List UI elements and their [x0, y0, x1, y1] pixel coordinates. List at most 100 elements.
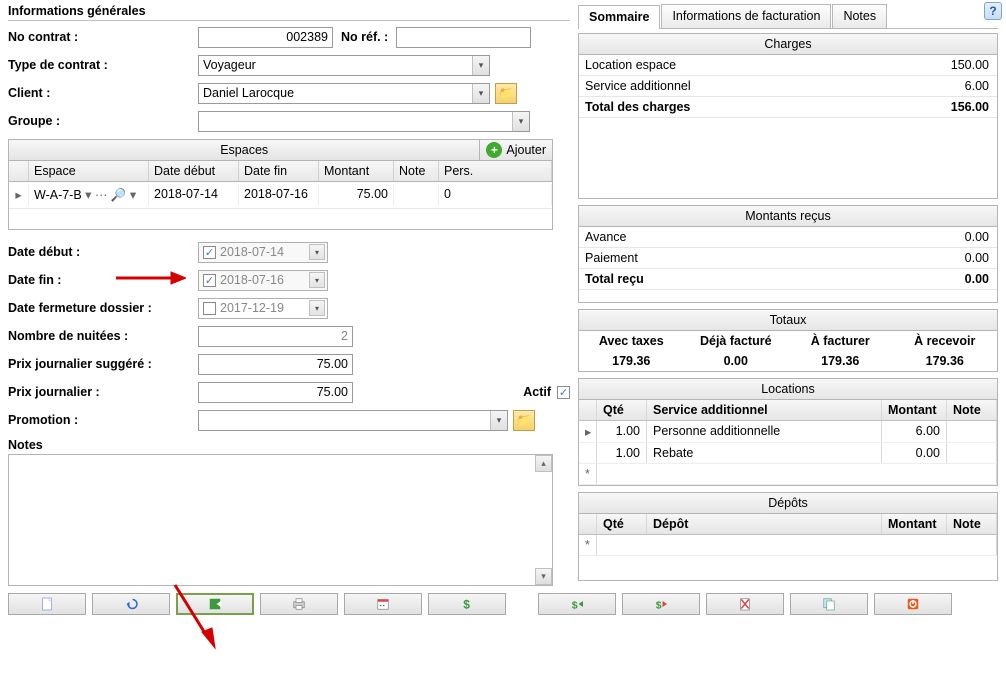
prix-input[interactable] [198, 382, 353, 403]
scroll-up-icon[interactable]: ▴ [535, 455, 552, 472]
avec-taxes-label: Avec taxes [579, 331, 684, 351]
tab-notes[interactable]: Notes [832, 4, 887, 28]
date-ferm-value: 2017-12-19 [220, 301, 284, 315]
client-dropdown-value: Daniel Larocque [203, 86, 294, 100]
help-icon[interactable]: ? [984, 2, 1002, 20]
export-button[interactable] [176, 593, 254, 615]
calendar-icon[interactable]: ▾ [309, 244, 325, 260]
delete-icon [736, 595, 754, 613]
notes-label: Notes [8, 438, 570, 452]
loc-label: Location espace [579, 55, 897, 75]
copy-button[interactable] [790, 593, 868, 615]
total-charges-value: 156.00 [897, 97, 997, 117]
label-datedebut: Date début : [8, 245, 198, 259]
avance-value: 0.00 [897, 227, 997, 247]
arecevoir-value: 179.36 [893, 351, 998, 371]
add-label: Ajouter [506, 143, 546, 157]
print-icon [290, 595, 308, 613]
depots-header: Dépôts [579, 493, 997, 514]
money-out-button[interactable]: $ [622, 593, 700, 615]
totaux-panel: Totaux Avec taxes Déjà facturé À facture… [578, 309, 998, 372]
dollar-in-icon: $ [568, 595, 586, 613]
location-row-new[interactable]: * [579, 464, 997, 485]
spaces-title: Espaces [9, 140, 479, 160]
col-datefin: Date fin [239, 161, 319, 181]
afacturer-label: À facturer [788, 331, 893, 351]
promo-folder-button[interactable]: 📁 [513, 410, 535, 431]
actif-checkbox[interactable]: ✓ [557, 386, 570, 399]
paiement-label: Paiement [579, 248, 897, 268]
loc-qte: 1.00 [597, 443, 647, 463]
checkbox-icon [203, 302, 216, 315]
chevron-down-icon: ▾ [472, 56, 489, 75]
group-dropdown[interactable]: ▾ [198, 111, 530, 132]
spaces-grid: Espaces + Ajouter Espace Date début Date… [8, 139, 553, 230]
label-contract: No contrat : [8, 30, 198, 44]
total-recu-value: 0.00 [897, 269, 997, 289]
prix-suggere-input[interactable] [198, 354, 353, 375]
space-row[interactable]: ▸ W-A-7-B ▾ ··· 🔎 ▾ 2018-07-14 2018-07-1… [9, 182, 552, 209]
arecevoir-label: À recevoir [893, 331, 998, 351]
location-row[interactable]: ▸ 1.00 Personne additionnelle 6.00 [579, 421, 997, 443]
folder-icon: 📁 [517, 413, 532, 427]
loc-col-note: Note [947, 400, 997, 420]
cell-datedebut: 2018-07-14 [149, 184, 239, 206]
date-fermeture-field[interactable]: 2017-12-19 ▾ [198, 298, 328, 319]
new-document-button[interactable] [8, 593, 86, 615]
recu-panel: Montants reçus Avance 0.00 Paiement 0.00… [578, 205, 998, 303]
space-options-icon[interactable]: ▾ ··· 🔎 ▾ [85, 188, 136, 202]
folder-icon: 📁 [499, 86, 514, 100]
col-pers: Pers. [439, 161, 552, 181]
serv-label: Service additionnel [579, 76, 897, 96]
loc-montant: 6.00 [882, 421, 947, 442]
date-fin-field[interactable]: ✓ 2018-07-16 ▾ [198, 270, 328, 291]
chevron-down-icon: ▾ [512, 112, 529, 131]
dep-col-depot: Dépôt [647, 514, 882, 534]
tab-sommaire[interactable]: Sommaire [578, 5, 660, 29]
print-button[interactable] [260, 593, 338, 615]
loc-qte: 1.00 [597, 421, 647, 442]
nights-input [198, 326, 353, 347]
depot-row-new[interactable]: * [579, 535, 997, 556]
location-row[interactable]: 1.00 Rebate 0.00 [579, 443, 997, 464]
cell-espace: W-A-7-B ▾ ··· 🔎 ▾ [29, 184, 149, 206]
ref-input[interactable] [396, 27, 531, 48]
date-debut-field[interactable]: ✓ 2018-07-14 ▾ [198, 242, 328, 263]
delete-button[interactable] [706, 593, 784, 615]
document-icon [38, 595, 56, 613]
contract-input[interactable] [198, 27, 333, 48]
loc-note [947, 421, 997, 442]
calendar-icon[interactable]: ▾ [309, 300, 325, 316]
add-space-button[interactable]: + Ajouter [479, 140, 552, 160]
tab-facturation[interactable]: Informations de facturation [661, 4, 831, 28]
afacturer-value: 179.36 [788, 351, 893, 371]
col-montant: Montant [319, 161, 394, 181]
calendar-icon [374, 595, 392, 613]
notes-textarea[interactable]: ▴ ▾ [8, 454, 553, 586]
cell-pers: 0 [439, 184, 552, 206]
loc-col-montant: Montant [882, 400, 947, 420]
loc-value: 150.00 [897, 55, 997, 75]
type-dropdown[interactable]: Voyageur ▾ [198, 55, 490, 76]
undo-button[interactable] [92, 593, 170, 615]
dep-col-qte: Qté [597, 514, 647, 534]
dollar-out-icon: $ [652, 595, 670, 613]
client-folder-button[interactable]: 📁 [495, 83, 517, 104]
label-type: Type de contrat : [8, 58, 198, 72]
date-fin-value: 2018-07-16 [220, 273, 284, 287]
label-group: Groupe : [8, 114, 198, 128]
chevron-down-icon: ▾ [472, 84, 489, 103]
calendar-icon[interactable]: ▾ [309, 272, 325, 288]
client-dropdown[interactable]: Daniel Larocque ▾ [198, 83, 490, 104]
promo-dropdown[interactable]: ▾ [198, 410, 508, 431]
scroll-down-icon[interactable]: ▾ [535, 568, 552, 585]
calendar-button[interactable] [344, 593, 422, 615]
plus-icon: + [486, 142, 502, 158]
money-button[interactable]: $ [428, 593, 506, 615]
money-in-button[interactable]: $ [538, 593, 616, 615]
charges-panel: Charges Location espace 150.00 Service a… [578, 33, 998, 199]
power-button[interactable] [874, 593, 952, 615]
dep-col-note: Note [947, 514, 997, 534]
copy-icon [820, 595, 838, 613]
new-row-icon: * [579, 464, 597, 484]
